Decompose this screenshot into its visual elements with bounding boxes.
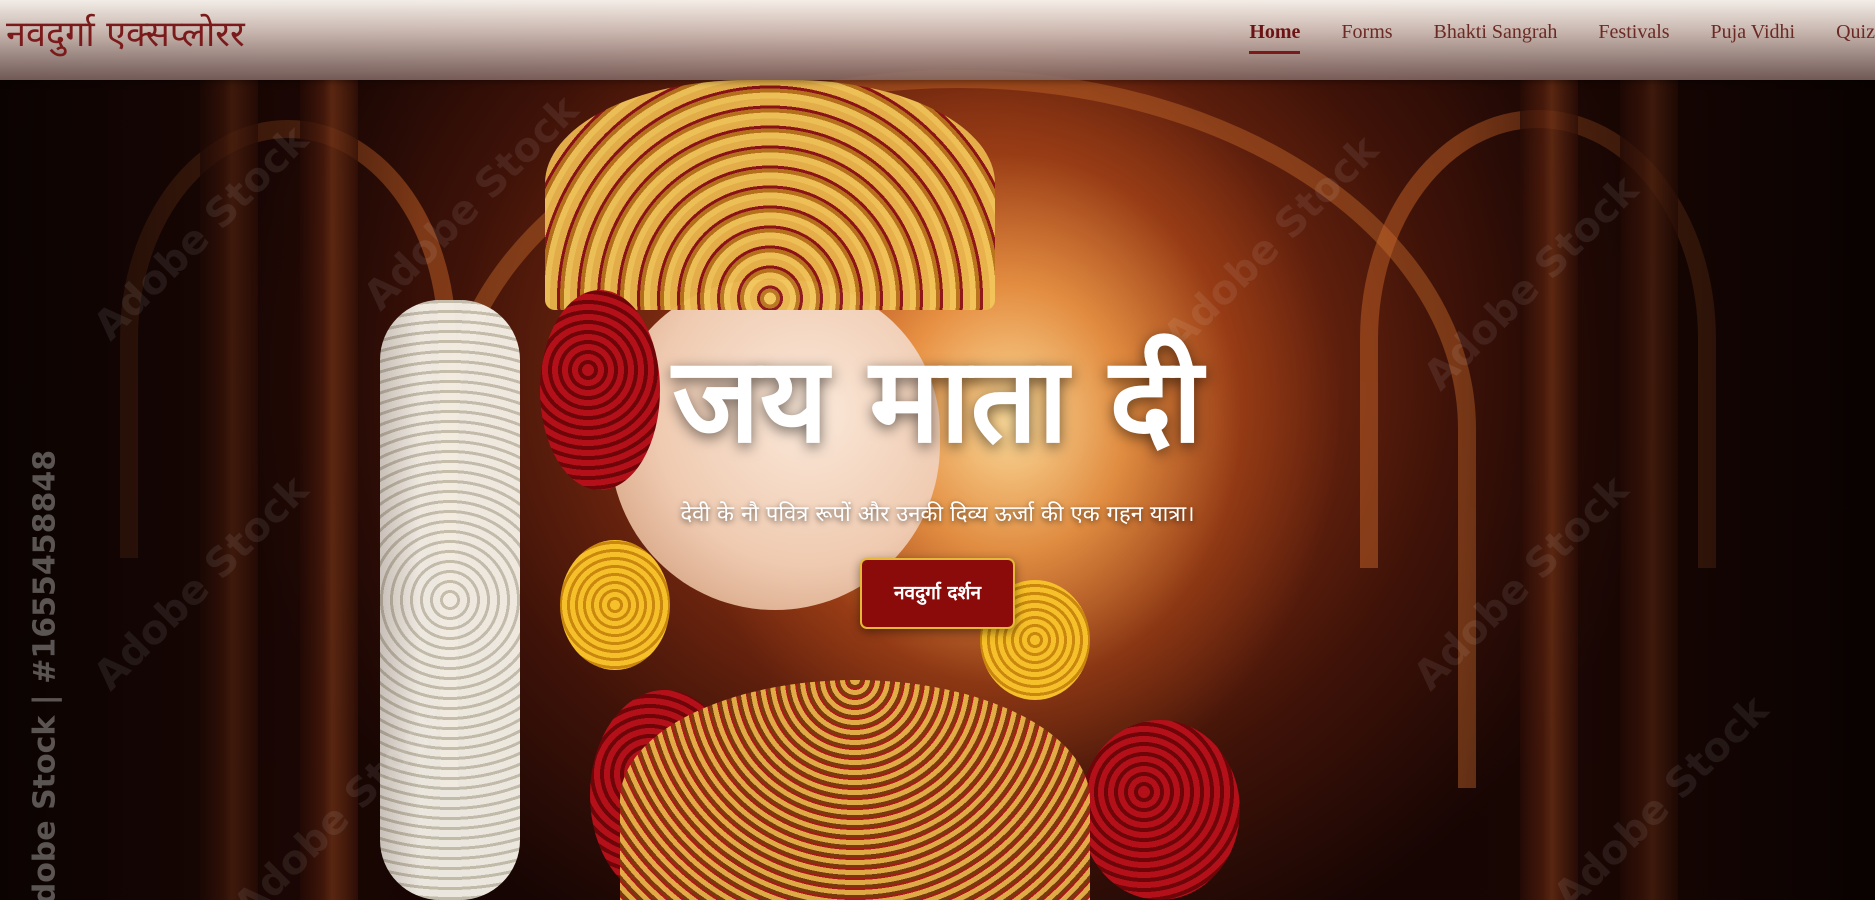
rose-cluster (1080, 720, 1240, 900)
nav-item-quiz[interactable]: Quiz (1836, 21, 1875, 44)
hero-content: जय माता दी देवी के नौ पवित्र रूपों और उन… (0, 330, 1875, 629)
site-brand-title[interactable]: नवदुर्गा एक्सप्लोरर (6, 8, 245, 57)
nav-menu: Home Forms Bhakti Sangrah Festivals Puja… (1249, 0, 1875, 80)
nav-item-puja-vidhi[interactable]: Puja Vidhi (1711, 21, 1796, 44)
goddess-crown (545, 80, 995, 310)
nav-item-festivals[interactable]: Festivals (1598, 21, 1669, 44)
nav-item-forms[interactable]: Forms (1341, 21, 1392, 44)
page: Adobe Stock Adobe Stock Adobe Stock Adob… (0, 0, 1875, 900)
hero-subtitle: देवी के नौ पवित्र रूपों और उनकी दिव्य ऊर… (680, 502, 1195, 527)
navdurga-darshan-button[interactable]: नवदुर्गा दर्शन (860, 558, 1015, 629)
nav-item-home[interactable]: Home (1249, 21, 1301, 54)
nav-item-bhakti-sangrah[interactable]: Bhakti Sangrah (1434, 21, 1558, 44)
hero-title: जय माता दी (672, 331, 1203, 469)
top-navbar: नवदुर्गा एक्सप्लोरर Home Forms Bhakti Sa… (0, 0, 1875, 80)
